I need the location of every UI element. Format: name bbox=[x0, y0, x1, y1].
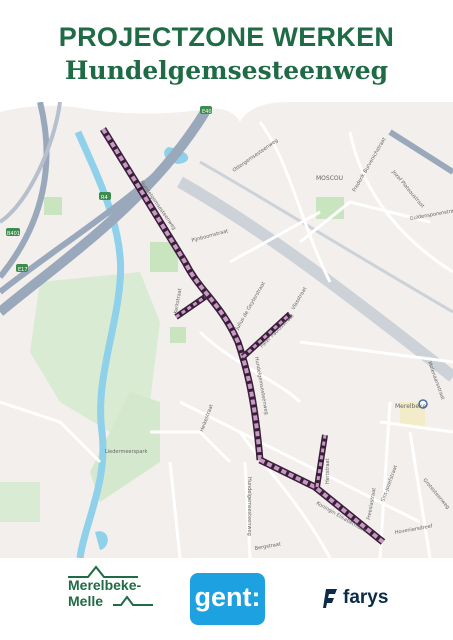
map-label-moscou: MOSCOU bbox=[316, 175, 343, 182]
footer-logos: Merelbeke- Melle gent: farys bbox=[0, 560, 453, 640]
park-area bbox=[44, 197, 62, 215]
page-subtitle: Hundelgemsesteenweg bbox=[64, 56, 389, 85]
farys-drop-icon bbox=[323, 589, 337, 608]
map-label-b401: B401 bbox=[7, 231, 20, 237]
map-label-liedermeerspark: Liedermeerspark bbox=[105, 449, 147, 455]
page-title: PROJECTZONE WERKEN bbox=[58, 22, 395, 52]
header: PROJECTZONE WERKEN Hundelgemsesteenweg bbox=[0, 0, 453, 110]
map-canvas[interactable]: MOSCOU Merelbeke Liedermeerspark Hundelg… bbox=[0, 101, 453, 559]
melle-label: Melle bbox=[68, 593, 104, 609]
merelbeke-melle-logo[interactable]: Merelbeke- Melle bbox=[68, 565, 153, 625]
merelbeke-label: Merelbeke- bbox=[68, 577, 142, 593]
gent-logo[interactable]: gent: bbox=[190, 573, 265, 625]
map-label-r4: R4 bbox=[101, 195, 108, 201]
farys-logo[interactable]: farys bbox=[323, 585, 403, 615]
map-label-e40: E40 bbox=[202, 109, 212, 115]
park-area bbox=[316, 197, 344, 219]
map-label-e17: E17 bbox=[18, 267, 28, 273]
park-area bbox=[170, 327, 186, 343]
map-label-hertstraat: Hertstraat bbox=[325, 458, 331, 484]
farys-label: farys bbox=[343, 587, 389, 608]
map-view[interactable]: MOSCOU Merelbeke Liedermeerspark Hundelg… bbox=[0, 101, 453, 559]
park-area bbox=[0, 482, 40, 522]
map-label-hundelgemsesteenweg: Hundelgemsesteenweg bbox=[246, 477, 252, 536]
map-label-merelbeke: Merelbeke bbox=[395, 403, 426, 410]
gent-label: gent: bbox=[194, 582, 261, 612]
merelbeke-melle-wave-icon bbox=[113, 595, 153, 606]
